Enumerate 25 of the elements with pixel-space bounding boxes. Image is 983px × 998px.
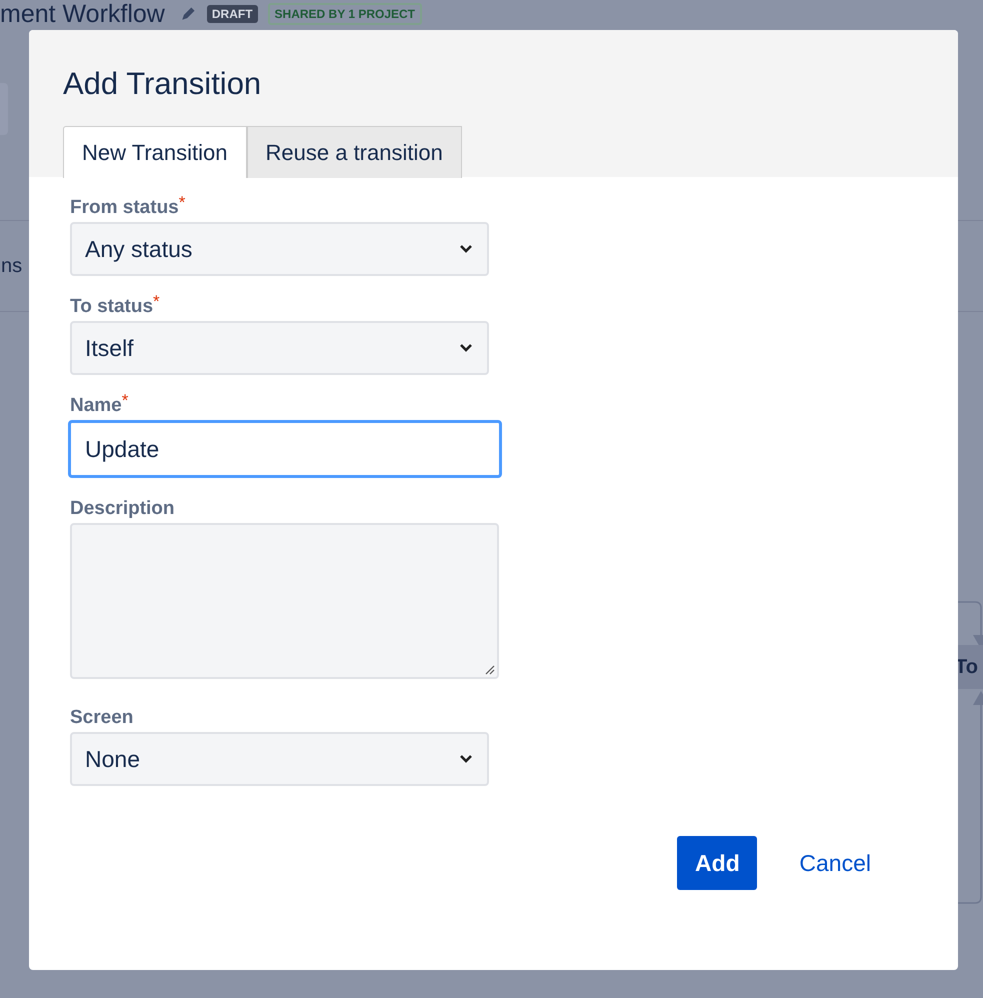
field-label: Name <box>70 395 122 417</box>
status-select[interactable]: Itself <box>70 321 489 375</box>
required-mark: * <box>122 395 128 407</box>
chevron-down-icon <box>459 754 473 764</box>
status-lozenge: DRAFT <box>206 5 258 23</box>
required-mark: * <box>178 197 186 209</box>
chevron-down-icon <box>459 244 473 254</box>
field-label: To status <box>70 296 154 318</box>
status-lozenge: SHARED BY 1 PROJECT <box>268 3 422 25</box>
tab-label[interactable]: ns <box>1 254 22 278</box>
field-label: Screen <box>70 707 134 729</box>
field-label: From status <box>70 197 179 219</box>
page-title: ment Workflow <box>0 0 165 28</box>
chevron-down-icon <box>459 343 473 353</box>
cancel-button[interactable]: Cancel <box>779 842 891 884</box>
required-mark: * <box>153 296 160 308</box>
resize-handle-icon[interactable] <box>483 663 495 675</box>
status-select[interactable]: None <box>70 732 489 786</box>
add-button[interactable]: Add <box>677 836 758 890</box>
tab[interactable]: Reuse a transition <box>246 126 462 178</box>
tab[interactable]: New Transition <box>63 126 247 178</box>
status-select[interactable]: Any status <box>70 222 489 276</box>
field-label: Description <box>70 498 175 520</box>
dialog-title: Add Transition <box>63 65 262 103</box>
name-input[interactable]: Update <box>68 420 502 478</box>
